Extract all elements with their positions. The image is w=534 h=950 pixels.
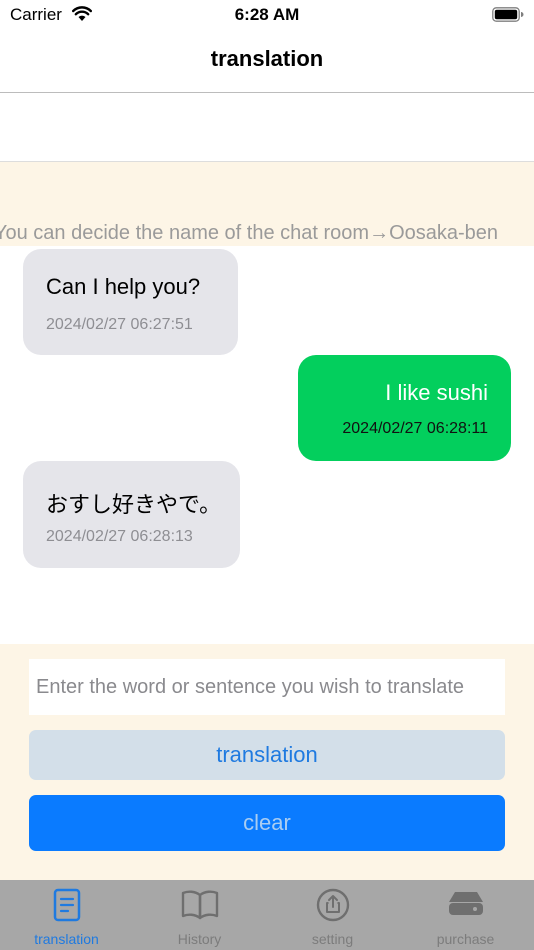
tab-label: History: [177, 931, 222, 947]
status-time: 6:28 AM: [234, 5, 300, 24]
tab-label: purchase: [436, 931, 495, 947]
page-title: translation: [210, 46, 324, 71]
book-icon: [181, 890, 218, 920]
sent-message-bubble: I like sushi 2024/02/27 06:28:11: [298, 355, 511, 461]
chat-room-name-field[interactable]: [0, 93, 534, 162]
message-timestamp: 2024/02/27 06:27:51: [46, 316, 193, 333]
tab-translation[interactable]: translation: [0, 880, 133, 950]
chat-room-hint-banner: You can decide the name of the chat room…: [0, 222, 499, 244]
status-bar: Carrier 6:28 AM: [0, 0, 534, 30]
message-timestamp: 2024/02/27 06:28:13: [46, 528, 193, 545]
translation-button[interactable]: translation: [29, 730, 505, 780]
drive-icon: [448, 892, 483, 915]
received-message-bubble: おすし好きやで。 2024/02/27 06:28:13: [23, 461, 240, 568]
chat-message-list[interactable]: Can I help you? 2024/02/27 06:27:51 I li…: [0, 246, 534, 644]
share-circle-icon: [316, 888, 349, 922]
tab-label: translation: [34, 931, 99, 947]
tab-setting[interactable]: setting: [266, 880, 399, 950]
message-text: Can I help you?: [46, 274, 201, 299]
battery-icon: [492, 7, 524, 22]
translation-input[interactable]: [29, 659, 505, 715]
received-message-bubble: Can I help you? 2024/02/27 06:27:51: [23, 249, 238, 355]
document-icon: [53, 888, 80, 922]
message-timestamp: 2024/02/27 06:28:11: [342, 420, 488, 437]
tab-label: setting: [311, 931, 354, 947]
message-text: I like sushi: [385, 380, 488, 405]
tab-bar: translation History setting purchase: [0, 880, 534, 950]
message-text: おすし好きやで。: [46, 492, 222, 517]
input-panel: translation clear: [0, 644, 534, 880]
tab-history[interactable]: History: [133, 880, 266, 950]
clear-button[interactable]: clear: [29, 795, 505, 851]
tab-purchase[interactable]: purchase: [399, 880, 532, 950]
navigation-bar: translation: [0, 30, 534, 93]
